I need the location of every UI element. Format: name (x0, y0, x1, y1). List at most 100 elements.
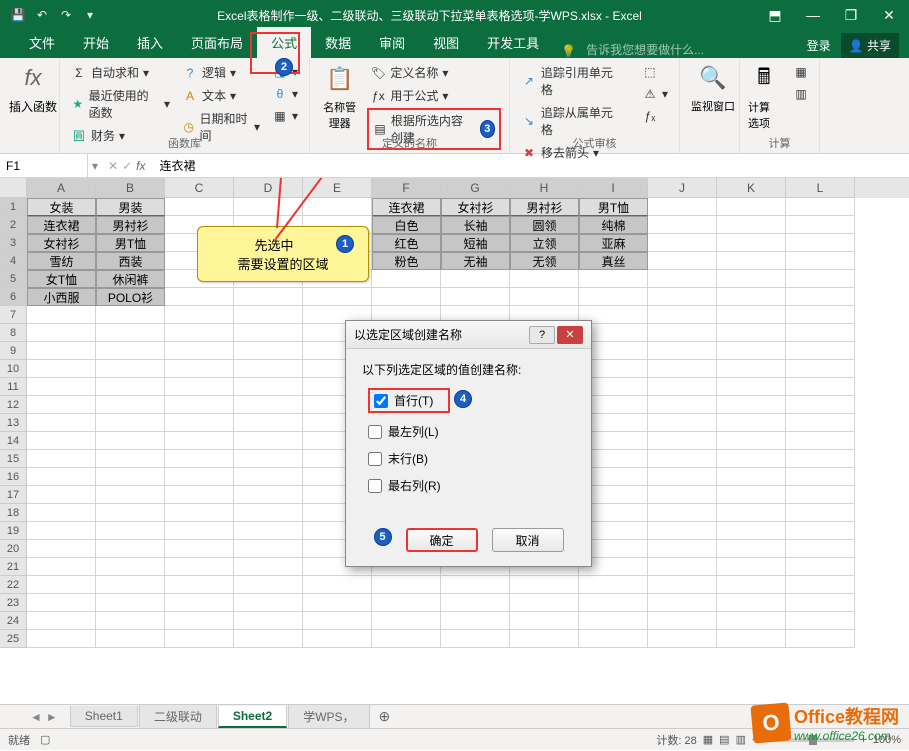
cell[interactable] (786, 378, 855, 396)
cell[interactable] (234, 342, 303, 360)
watch-window-button[interactable]: 🔍 监视窗口 (688, 62, 738, 114)
cell[interactable] (234, 414, 303, 432)
insert-function-button[interactable]: fx 插入函数 (8, 62, 58, 115)
cell[interactable] (234, 450, 303, 468)
cell[interactable] (234, 558, 303, 576)
cell[interactable] (234, 306, 303, 324)
check-right-col[interactable]: 最右列(R) (368, 477, 575, 494)
cell[interactable] (786, 432, 855, 450)
cell[interactable] (717, 378, 786, 396)
cell[interactable] (786, 504, 855, 522)
data-header-cell[interactable]: 男装 (96, 198, 165, 216)
cell[interactable] (372, 270, 441, 288)
cell[interactable] (648, 504, 717, 522)
name-box-dropdown-icon[interactable]: ▾ (88, 159, 102, 173)
ribbon-collapse-icon[interactable]: ⬒ (760, 5, 790, 25)
cell[interactable] (717, 558, 786, 576)
cell[interactable] (234, 594, 303, 612)
cell[interactable] (786, 252, 855, 270)
cell[interactable] (234, 576, 303, 594)
sheet-tab-sheet2[interactable]: Sheet2 (218, 706, 287, 728)
cell[interactable] (717, 216, 786, 234)
cell[interactable] (234, 522, 303, 540)
column-header[interactable]: L (786, 178, 855, 198)
cell[interactable] (717, 306, 786, 324)
cell[interactable] (165, 558, 234, 576)
cell[interactable] (96, 468, 165, 486)
row-header[interactable]: 23 (0, 594, 27, 612)
cell[interactable] (165, 576, 234, 594)
row-header[interactable]: 17 (0, 486, 27, 504)
cell[interactable] (234, 360, 303, 378)
autosum-button[interactable]: Σ自动求和 ▾ (68, 62, 173, 83)
row-header[interactable]: 19 (0, 522, 27, 540)
column-header[interactable]: A (27, 178, 96, 198)
data-cell[interactable]: 休闲裤 (96, 270, 165, 288)
cell[interactable] (648, 522, 717, 540)
row-header[interactable]: 15 (0, 450, 27, 468)
calc-now-button[interactable]: ▦ (790, 62, 812, 82)
cell[interactable] (648, 252, 717, 270)
cell[interactable] (786, 288, 855, 306)
tab-view[interactable]: 视图 (419, 27, 473, 58)
sheet-tab-second-level[interactable]: 二级联动 (139, 705, 217, 729)
row-header[interactable]: 9 (0, 342, 27, 360)
tab-file[interactable]: 文件 (15, 27, 69, 58)
check-top-row-input[interactable] (374, 394, 388, 408)
row-header[interactable]: 20 (0, 540, 27, 558)
data-cell[interactable]: 粉色 (372, 252, 441, 270)
cell[interactable] (717, 486, 786, 504)
data-header-cell[interactable]: 男衬衫 (510, 198, 579, 216)
undo-icon[interactable]: ↶ (33, 6, 51, 24)
minimize-icon[interactable]: — (798, 5, 828, 25)
cell[interactable] (96, 558, 165, 576)
data-cell[interactable]: 长袖 (441, 216, 510, 234)
data-cell[interactable]: 连衣裙 (27, 216, 96, 234)
cell[interactable] (648, 342, 717, 360)
cell[interactable] (96, 414, 165, 432)
cell[interactable] (165, 198, 234, 216)
cell[interactable] (786, 216, 855, 234)
cell[interactable] (510, 612, 579, 630)
row-header[interactable]: 12 (0, 396, 27, 414)
check-bottom-row[interactable]: 末行(B) (368, 450, 575, 467)
row-header[interactable]: 6 (0, 288, 27, 306)
evaluate-formula-button[interactable]: ƒₓ (639, 106, 671, 126)
cell[interactable] (27, 306, 96, 324)
cell[interactable] (648, 306, 717, 324)
cell[interactable] (786, 612, 855, 630)
row-header[interactable]: 18 (0, 504, 27, 522)
cell[interactable] (648, 450, 717, 468)
cell[interactable] (510, 288, 579, 306)
cell[interactable] (579, 612, 648, 630)
cell[interactable] (27, 576, 96, 594)
cell[interactable] (27, 414, 96, 432)
tab-dev[interactable]: 开发工具 (473, 27, 553, 58)
cell[interactable] (165, 360, 234, 378)
data-cell[interactable]: POLO衫 (96, 288, 165, 306)
tab-layout[interactable]: 页面布局 (177, 27, 257, 58)
calc-options-button[interactable]: 🖩 计算选项 (748, 62, 780, 132)
cell[interactable] (717, 468, 786, 486)
cell[interactable] (786, 540, 855, 558)
cell[interactable] (648, 198, 717, 216)
logic-button[interactable]: ?逻辑 ▾ (179, 62, 263, 83)
cell[interactable] (786, 468, 855, 486)
cell[interactable] (579, 630, 648, 648)
cell[interactable] (96, 378, 165, 396)
cell[interactable] (234, 378, 303, 396)
cell[interactable] (786, 576, 855, 594)
cell[interactable] (579, 270, 648, 288)
cell[interactable] (717, 432, 786, 450)
cell[interactable] (510, 576, 579, 594)
data-cell[interactable]: 纯棉 (579, 216, 648, 234)
data-header-cell[interactable]: 男T恤 (579, 198, 648, 216)
row-header[interactable]: 22 (0, 576, 27, 594)
row-header[interactable]: 11 (0, 378, 27, 396)
cell[interactable] (786, 396, 855, 414)
save-icon[interactable]: 💾 (9, 6, 27, 24)
row-header[interactable]: 25 (0, 630, 27, 648)
cell[interactable] (165, 414, 234, 432)
trace-precedents-button[interactable]: ↗追踪引用单元格 (518, 62, 627, 100)
cell[interactable] (717, 594, 786, 612)
